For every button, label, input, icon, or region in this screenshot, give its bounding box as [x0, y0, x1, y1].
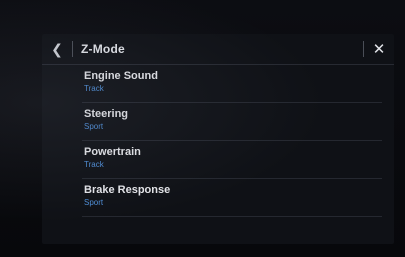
- setting-label: Powertrain: [84, 146, 141, 158]
- setting-label: Steering: [84, 108, 129, 120]
- chevron-left-icon: ❮: [51, 40, 63, 57]
- header-bar: ❮ Z-Mode ✕: [42, 34, 394, 65]
- header-divider: [72, 41, 73, 57]
- close-button[interactable]: ✕: [364, 34, 394, 64]
- page-title: Z-Mode: [81, 42, 125, 56]
- setting-value: Sport: [84, 198, 104, 207]
- infotainment-screen: ❮ Z-Mode ✕ Engine Sound Track Steering S…: [42, 34, 394, 244]
- setting-powertrain[interactable]: Powertrain Track: [82, 141, 382, 179]
- setting-value: Track: [84, 160, 104, 169]
- setting-label: Brake Response: [84, 184, 171, 196]
- setting-engine-sound[interactable]: Engine Sound Track: [82, 65, 382, 103]
- setting-value: Track: [84, 84, 104, 93]
- settings-list: Engine Sound Track Steering Sport Powert…: [82, 65, 382, 217]
- setting-brake-response[interactable]: Brake Response Sport: [82, 179, 382, 217]
- setting-value: Sport: [84, 122, 104, 131]
- setting-steering[interactable]: Steering Sport: [82, 103, 382, 141]
- back-button[interactable]: ❮: [42, 34, 72, 64]
- close-icon: ✕: [372, 41, 386, 58]
- setting-label: Engine Sound: [84, 70, 158, 82]
